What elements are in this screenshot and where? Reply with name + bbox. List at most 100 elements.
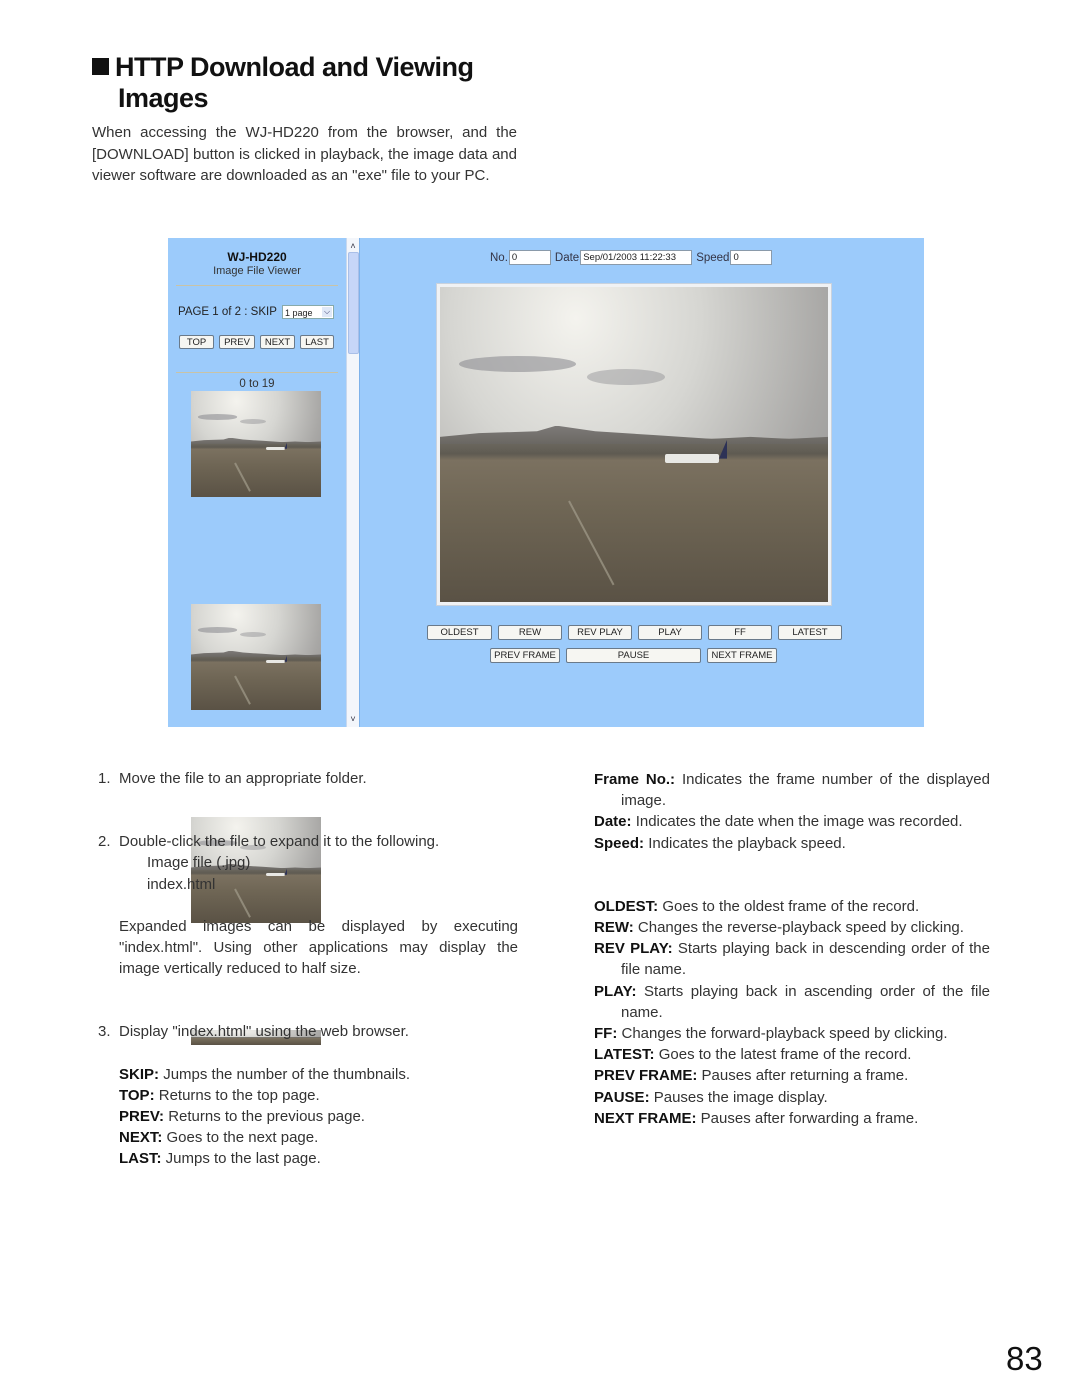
latest-button[interactable]: LATEST [778,625,842,640]
definition-item: Date: Indicates the date when the image … [594,811,990,832]
definition-desc: Returns to the previous page. [168,1108,365,1126]
definition-desc: Starts playing back in ascending order o… [621,982,990,1021]
chevron-up-icon[interactable]: ˄ [347,240,359,252]
definition-term: LAST: [119,1150,162,1168]
definition-item: NEXT: Goes to the next page. [119,1127,518,1148]
definition-desc: Indicates the date when the image was re… [635,813,963,831]
definition-item: PREV FRAME: Pauses after returning a fra… [594,1065,990,1086]
thumbnail-pane: WJ-HD220 Image File Viewer PAGE 1 of 2 :… [168,238,346,1045]
page-number: 83 [1006,1340,1043,1377]
definition-item: REV PLAY: Starts playing back in descend… [594,938,990,980]
definition-term: TOP: [119,1086,155,1104]
definition-desc: Starts playing back in descending order … [621,940,990,979]
definition-desc: Indicates the playback speed. [648,834,846,852]
definition-term: FF: [594,1025,618,1043]
scroll-thumb[interactable] [348,252,359,354]
ff-button[interactable]: FF [708,625,772,640]
frame-no-field[interactable]: 0 [508,250,551,265]
divider [176,372,338,373]
thumbnail-range: 0 to 19 [239,378,275,390]
definition-desc: Changes the forward-playback speed by cl… [621,1025,948,1043]
prev-frame-button[interactable]: PREV FRAME [490,648,560,663]
definition-item: NEXT FRAME: Pauses after forwarding a fr… [594,1108,990,1129]
thumbnail-image[interactable] [191,604,321,710]
oldest-button[interactable]: OLDEST [427,625,492,640]
step-text: Move the file to an appropriate folder. [119,770,367,787]
pause-button[interactable]: PAUSE [566,648,701,663]
main-image [440,287,828,602]
date-label: Date [554,251,580,264]
definition-item: SKIP: Jumps the number of the thumbnails… [119,1064,518,1085]
definition-term: LATEST: [594,1046,655,1064]
step-3: 3. Display "index.html" using the web br… [98,1021,518,1042]
definition-item: REW: Changes the reverse-playback speed … [594,917,990,938]
section-heading: HTTP Download and Viewing Images [92,52,474,114]
main-image-frame [436,283,832,606]
definition-list: SKIP: Jumps the number of the thumbnails… [98,1064,518,1170]
step-1: 1. Move the file to an appropriate folde… [98,768,518,789]
last-button[interactable]: LAST [300,335,334,349]
step-text: Double-click the file to expand it to th… [119,833,440,851]
speed-label: Speed [696,251,730,264]
definition-term: Speed: [594,834,645,852]
thumbnail-image[interactable] [191,391,321,497]
playback-controls-row1: OLDEST REW REV PLAY PLAY FF LATEST [427,625,842,640]
definition-term: NEXT FRAME: [594,1109,697,1127]
step-number: 3. [98,1023,111,1041]
date-field[interactable]: Sep/01/2003 11:22:33 [580,250,693,265]
definition-desc: Jumps the number of the thumbnails. [163,1065,410,1083]
definition-term: PREV: [119,1108,165,1126]
info-bar: No. 0 Date Sep/01/2003 11:22:33 Speed 0 [490,250,776,265]
viewer-title: WJ-HD220 [227,250,287,264]
definition-desc: Indicates the frame number of the displa… [621,771,990,810]
definition-desc: Pauses the image display. [653,1088,828,1106]
next-frame-button[interactable]: NEXT FRAME [707,648,777,663]
definition-term: PREV FRAME: [594,1067,698,1085]
image-file-viewer-screenshot: WJ-HD220 Image File Viewer PAGE 1 of 2 :… [168,238,924,1045]
definition-term: NEXT: [119,1129,163,1147]
definition-desc: Goes to the next page. [166,1129,319,1147]
step-number: 1. [98,770,111,787]
step-2-note: Expanded images can be displayed by exec… [119,917,518,978]
definition-item: LATEST: Goes to the latest frame of the … [594,1044,990,1065]
definition-item: TOP: Returns to the top page. [119,1085,518,1106]
divider [176,285,338,286]
rew-button[interactable]: REW [498,625,562,640]
definition-desc: Goes to the oldest frame of the record. [662,897,920,915]
frame-no-label: No. [490,251,508,264]
definition-item: Frame No.: Indicates the frame number of… [594,769,990,811]
intro-paragraph: When accessing the WJ-HD220 from the bro… [92,124,517,184]
page-info: PAGE 1 of 2 : SKIP [178,306,277,318]
viewer-subtitle: Image File Viewer [213,265,301,277]
definition-desc: Jumps to the last page. [165,1150,321,1168]
definition-term: REV PLAY: [594,940,673,958]
file-item: Image file (.jpg) [147,854,251,872]
definition-term: Frame No.: [594,771,676,788]
definition-item: PREV: Returns to the previous page. [119,1106,518,1127]
rev-play-button[interactable]: REV PLAY [568,625,632,640]
definition-item: Speed: Indicates the playback speed. [594,833,990,854]
definition-term: Date: [594,813,632,831]
play-button[interactable]: PLAY [638,625,702,640]
definition-desc: Returns to the top page. [158,1086,320,1104]
steps-column: 1. Move the file to an appropriate folde… [98,768,518,1170]
next-button[interactable]: NEXT [260,335,295,349]
speed-field[interactable]: 0 [730,250,773,265]
prev-button[interactable]: PREV [219,335,255,349]
top-button[interactable]: TOP [179,335,214,349]
definition-item: LAST: Jumps to the last page. [119,1148,518,1169]
step-number: 2. [98,833,111,851]
file-item: index.html [147,875,216,893]
black-square-icon [92,58,109,75]
step-text: Display "index.html" using the web brows… [119,1023,409,1041]
definition-desc: Pauses after forwarding a frame. [700,1109,919,1127]
definition-item: PAUSE: Pauses the image display. [594,1087,990,1108]
step-2: 2. Double-click the file to expand it to… [98,831,518,852]
definition-item: PLAY: Starts playing back in ascending o… [594,981,990,1023]
definition-item: FF: Changes the forward-playback speed b… [594,1023,990,1044]
thumbnail-scrollbar[interactable]: ˄ ˅ [346,238,359,727]
skip-select[interactable]: 1 page ⌵ [282,305,334,319]
definition-term: PLAY: [594,982,637,1000]
skip-select-value: 1 page [285,308,313,318]
chevron-down-icon[interactable]: ˅ [347,713,359,725]
